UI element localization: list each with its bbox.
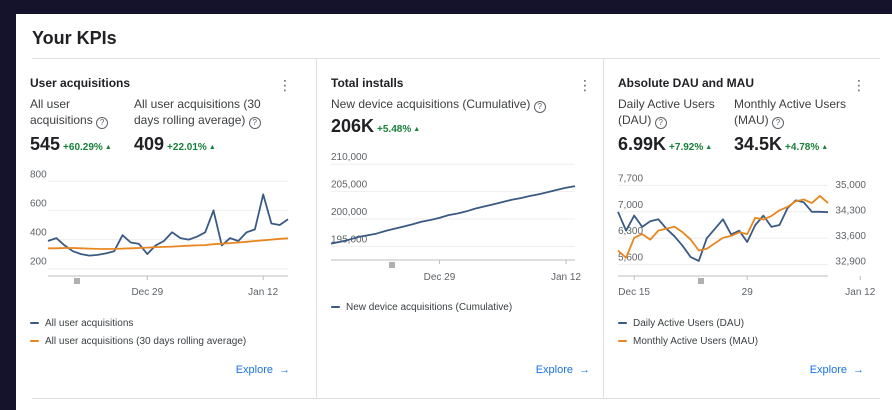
legend-item[interactable]: Daily Active Users (DAU)	[618, 314, 758, 332]
y-tick-label: 205,000	[331, 180, 368, 191]
y-tick-label: 800	[30, 169, 47, 180]
x-tick-label: 29	[742, 287, 754, 298]
arrow-right-icon: →	[279, 364, 290, 376]
chart-legend: New device acquisitions (Cumulative)	[331, 298, 512, 316]
y-tick-label: 7,000	[618, 200, 643, 211]
legend-item[interactable]: New device acquisitions (Cumulative)	[331, 298, 512, 316]
x-tick-label: Dec 29	[131, 287, 163, 298]
card-absolute-dau-mau: Absolute DAU and MAU ⋮ Daily Active User…	[603, 58, 880, 398]
y-tick-label: 7,700	[618, 173, 643, 184]
annotation-marker	[698, 278, 704, 284]
x-tick-label: Jan 12	[845, 287, 875, 298]
explore-link[interactable]: Explore →	[810, 364, 864, 376]
legend-item[interactable]: All user acquisitions (30 days rolling a…	[30, 332, 246, 350]
series-line	[330, 185, 576, 245]
arrow-right-icon: →	[579, 364, 590, 376]
y-tick-label: 400	[30, 228, 47, 239]
legend-item[interactable]: All user acquisitions	[30, 314, 246, 332]
y2-tick-label: 34,300	[835, 205, 866, 216]
chart-user-acquisitions: 800 600 400 200 Dec 29 Jan 12	[30, 169, 289, 298]
y2-tick-label: 32,900	[835, 256, 866, 267]
y-tick-label: 200,000	[331, 207, 368, 218]
y-tick-label: 600	[30, 198, 47, 209]
arrow-right-icon: →	[853, 364, 864, 376]
x-tick-label: Jan 12	[248, 287, 278, 298]
card-total-installs: Total installs ⋮ New device acquisitions…	[316, 58, 606, 398]
explore-link[interactable]: Explore →	[536, 364, 590, 376]
x-tick-label: Dec 15	[618, 287, 650, 298]
series-line	[617, 199, 829, 262]
x-tick-label: Dec 29	[424, 272, 456, 283]
chart-legend: All user acquisitions All user acquisiti…	[30, 314, 246, 350]
series-line	[617, 194, 829, 259]
annotation-marker	[389, 262, 395, 268]
chart-total-installs: 210,000205,000200,000195,000Dec 29 Jan 12	[330, 152, 581, 283]
annotation-marker	[74, 278, 80, 284]
page-title: Your KPIs	[32, 28, 117, 48]
card-user-acquisitions: User acquisitions ⋮ All user acquisition…	[16, 58, 306, 398]
y-tick-label: 210,000	[331, 152, 368, 163]
explore-link[interactable]: Explore →	[236, 364, 290, 376]
bottom-divider	[32, 398, 880, 399]
y2-tick-label: 33,600	[835, 231, 866, 242]
chart-legend: Daily Active Users (DAU) Monthly Active …	[618, 314, 758, 350]
y2-tick-label: 35,000	[835, 180, 866, 191]
y-tick-label: 200	[30, 257, 47, 268]
chart-dau-mau: 7,7007,0006,3005,60035,00034,30033,60032…	[617, 173, 876, 298]
legend-item[interactable]: Monthly Active Users (MAU)	[618, 332, 758, 350]
x-tick-label: Jan 12	[551, 272, 581, 283]
